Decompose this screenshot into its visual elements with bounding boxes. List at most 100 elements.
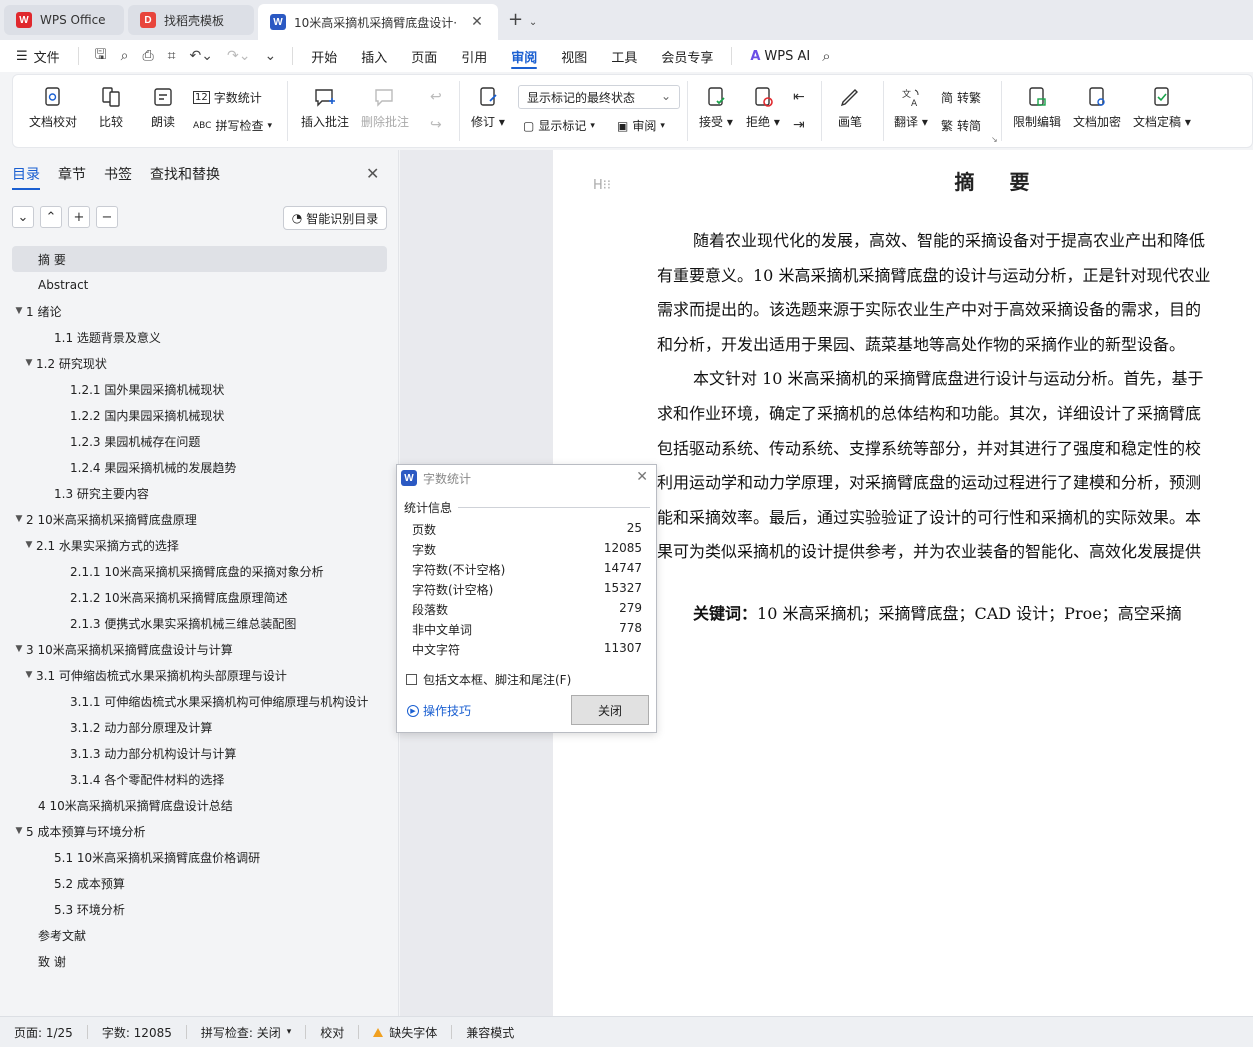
tips-link[interactable]: ▶ 操作技巧 — [407, 702, 471, 719]
menu-start[interactable]: 开始 — [299, 40, 349, 72]
toc-item[interactable]: 5.3 环境分析 — [12, 896, 387, 922]
word-count-button[interactable]: 12 字数统计 — [193, 89, 262, 106]
encrypt-button[interactable]: 文档加密 — [1073, 85, 1121, 130]
toc-item[interactable]: 2.1.1 10米高采摘机采摘臂底盘的采摘对象分析 — [12, 558, 387, 584]
show-markup-button[interactable]: ▢ 显示标记 ▾ — [523, 117, 595, 134]
close-icon[interactable]: ✕ — [366, 164, 379, 183]
status-proof[interactable]: 校对 — [306, 1024, 358, 1041]
toc-item[interactable]: 摘 要 — [12, 246, 387, 272]
tab-docer[interactable]: D 找稻壳模板 — [128, 5, 254, 35]
doc-check-button[interactable]: 文档校对 — [29, 85, 77, 130]
prev-change-icon[interactable]: ⇤ — [793, 89, 805, 105]
toc-item[interactable]: 3.1.1 可伸缩齿梳式水果采摘机构可伸缩原理与机构设计 — [12, 688, 387, 714]
menu-review[interactable]: 审阅 — [499, 40, 549, 72]
print-preview-icon[interactable]: ⌗ — [168, 48, 176, 64]
menu-page[interactable]: 页面 — [399, 40, 449, 72]
add-icon[interactable]: + — [68, 206, 90, 228]
toc-item[interactable]: 1.1 选题背景及意义 — [12, 324, 387, 350]
undo-icon[interactable]: ↶⌄ — [190, 48, 213, 64]
toc-item[interactable]: 1.2.2 国内果园采摘机械现状 — [12, 402, 387, 428]
delete-comment-button[interactable]: 删除批注 — [361, 85, 409, 130]
restrict-edit-button[interactable]: 限制编辑 — [1013, 85, 1061, 130]
prev-comment-icon[interactable]: ↩ — [430, 89, 442, 105]
file-menu[interactable]: ☰ 文件 — [0, 40, 72, 72]
expand-arrow-icon[interactable]: ▼ — [12, 826, 26, 836]
toc-item[interactable]: 3.1.2 动力部分原理及计算 — [12, 714, 387, 740]
ink-button[interactable]: 画笔 — [838, 85, 862, 130]
toc-item[interactable]: 3.1.4 各个零配件材料的选择 — [12, 766, 387, 792]
menu-references[interactable]: 引用 — [449, 40, 499, 72]
tab-wps-office[interactable]: W WPS Office — [4, 5, 124, 35]
compare-button[interactable]: 比较 — [99, 85, 123, 130]
toc-item[interactable]: 4 10米高采摘机采摘臂底盘设计总结 — [12, 792, 387, 818]
smart-toc-button[interactable]: ◔ 智能识别目录 — [283, 206, 387, 230]
toc-item[interactable]: Abstract — [12, 272, 387, 298]
menu-tools[interactable]: 工具 — [599, 40, 649, 72]
expand-arrow-icon[interactable]: ▼ — [22, 358, 36, 368]
markup-state-select[interactable]: 显示标记的最终状态 ⌄ — [518, 85, 680, 109]
close-icon[interactable]: ✕ — [471, 14, 483, 30]
tab-document[interactable]: W 10米高采摘机采摘臂底盘设计· ✕ — [258, 4, 498, 40]
menu-member[interactable]: 会员专享 — [649, 40, 725, 72]
toc-item[interactable]: 1.3 研究主要内容 — [12, 480, 387, 506]
redo-icon[interactable]: ↷⌄ — [227, 48, 250, 64]
toc-item[interactable]: 1.2.4 果园采摘机械的发展趋势 — [12, 454, 387, 480]
next-change-icon[interactable]: ⇥ — [793, 117, 805, 133]
toc-item[interactable]: ▼ 2 10米高采摘机采摘臂底盘原理 — [12, 506, 387, 532]
reject-button[interactable]: 拒绝 ▾ — [746, 85, 780, 130]
menu-insert[interactable]: 插入 — [349, 40, 399, 72]
expand-arrow-icon[interactable]: ▼ — [22, 540, 36, 550]
include-textbox-checkbox[interactable]: 包括文本框、脚注和尾注(F) — [406, 671, 571, 688]
more-chevron-icon[interactable]: ⌄ — [264, 48, 276, 64]
toc-item[interactable]: 3.1.3 动力部分机构设计与计算 — [12, 740, 387, 766]
status-spell[interactable]: 拼写检查: 关闭 ▾ — [187, 1024, 305, 1041]
toc-item[interactable]: 2.1.3 便携式水果实采摘机械三维总装配图 — [12, 610, 387, 636]
expand-corner-icon[interactable]: ↘ — [991, 135, 998, 144]
toc-item[interactable]: 5.2 成本预算 — [12, 870, 387, 896]
status-page[interactable]: 页面: 1/25 — [0, 1024, 87, 1041]
search-icon[interactable]: ⌕ — [822, 47, 830, 65]
print-icon[interactable]: ⎙ — [142, 48, 153, 64]
minus-icon[interactable]: − — [96, 206, 118, 228]
dialog-titlebar[interactable]: W 字数统计 — [397, 465, 656, 491]
document-page[interactable]: H⁝⁝ 摘 要 随着农业现代化的发展，高效、智能的采摘设备对于提高农业产出和降低… — [553, 150, 1253, 1016]
close-icon[interactable]: ✕ — [636, 469, 648, 485]
chevron-up-icon[interactable]: ⌃ — [40, 206, 62, 228]
toc-item[interactable]: 1.2.1 国外果园采摘机械现状 — [12, 376, 387, 402]
toc-item[interactable]: ▼ 1 绪论 — [12, 298, 387, 324]
toc-item[interactable]: ▼ 2.1 水果实采摘方式的选择 — [12, 532, 387, 558]
chevron-down-icon[interactable]: ⌄ — [12, 206, 34, 228]
dialog-close-button[interactable]: 关闭 — [571, 695, 649, 725]
read-aloud-button[interactable]: 朗读 — [151, 85, 175, 130]
toc-item[interactable]: 参考文献 — [12, 922, 387, 948]
accept-button[interactable]: 接受 ▾ — [699, 85, 733, 130]
translate-button[interactable]: 文A 翻译 ▾ — [894, 85, 928, 130]
spell-check-button[interactable]: ABC 拼写检查 ▾ — [193, 117, 272, 134]
toc-item[interactable]: 2.1.2 10米高采摘机采摘臂底盘原理简述 — [12, 584, 387, 610]
track-changes-button[interactable]: 修订 ▾ — [471, 85, 505, 130]
nav-tab-toc[interactable]: 目录 — [12, 164, 40, 190]
to-simplified-button[interactable]: 繁 转简 — [941, 117, 981, 134]
review-pane-button[interactable]: ▣ 审阅 ▾ — [617, 117, 665, 134]
wps-ai-button[interactable]: A WPS AI — [738, 40, 822, 72]
toc-item[interactable]: 1.2.3 果园机械存在问题 — [12, 428, 387, 454]
menu-view[interactable]: 视图 — [549, 40, 599, 72]
save-icon[interactable]: 🖫 — [95, 44, 107, 68]
insert-comment-button[interactable]: 插入批注 — [301, 85, 349, 130]
nav-tab-find-replace[interactable]: 查找和替换 — [150, 164, 220, 184]
toc-item[interactable]: 5.1 10米高采摘机采摘臂底盘价格调研 — [12, 844, 387, 870]
expand-arrow-icon[interactable]: ▼ — [12, 644, 26, 654]
toc-item[interactable]: ▼ 1.2 研究现状 — [12, 350, 387, 376]
toc-item[interactable]: ▼ 3 10米高采摘机采摘臂底盘设计与计算 — [12, 636, 387, 662]
nav-tab-sections[interactable]: 章节 — [58, 164, 86, 184]
status-words[interactable]: 字数: 12085 — [88, 1024, 186, 1041]
to-traditional-button[interactable]: 简 转繁 — [941, 89, 981, 106]
checkbox-box[interactable] — [406, 674, 417, 685]
status-missing-font[interactable]: 缺失字体 — [359, 1024, 451, 1041]
expand-arrow-icon[interactable]: ▼ — [22, 670, 36, 680]
new-tab-plus-icon[interactable]: + ⌄ — [508, 9, 537, 30]
nav-tab-bookmarks[interactable]: 书签 — [104, 164, 132, 184]
toc-item[interactable]: ▼ 3.1 可伸缩齿梳式水果采摘机构头部原理与设计 — [12, 662, 387, 688]
expand-arrow-icon[interactable]: ▼ — [12, 514, 26, 524]
next-comment-icon[interactable]: ↪ — [430, 117, 442, 133]
